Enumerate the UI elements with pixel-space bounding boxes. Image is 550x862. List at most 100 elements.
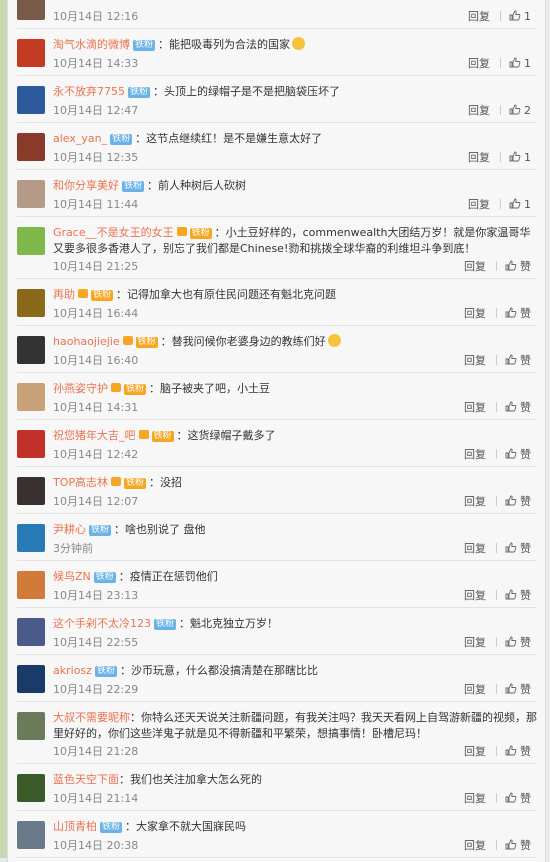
avatar[interactable] <box>17 524 45 552</box>
fan-badge[interactable]: 铁粉 <box>93 572 116 583</box>
avatar[interactable] <box>17 289 45 317</box>
like-button[interactable]: 赞 <box>505 839 531 852</box>
fan-badge[interactable]: 铁粉 <box>154 619 177 630</box>
like-button[interactable]: 赞 <box>505 260 531 273</box>
reply-button[interactable]: 回复 <box>468 102 490 118</box>
like-button[interactable]: 赞 <box>505 636 531 649</box>
comment-item: 祝您猪年大吉_吧 铁粉 ：这货绿帽子戴多了 10月14日 12:42 回复 赞 <box>17 420 537 467</box>
comment-username[interactable]: 山顶青柏 <box>53 820 97 833</box>
like-button[interactable]: 赞 <box>505 401 531 414</box>
fan-badge[interactable]: 铁粉 <box>100 822 123 833</box>
fan-badge[interactable]: 铁粉 <box>110 134 133 145</box>
reply-button[interactable]: 回复 <box>464 258 486 274</box>
avatar[interactable] <box>17 774 45 802</box>
comment-username[interactable]: alex_yan_ <box>53 132 107 145</box>
avatar[interactable] <box>17 571 45 599</box>
comment-actions: 回复 赞 <box>464 837 531 853</box>
fan-badge[interactable]: 铁粉 <box>128 87 151 98</box>
like-count: 1 <box>524 10 531 23</box>
like-count: 赞 <box>520 307 531 320</box>
comment-username[interactable]: 大叔不需要昵称 <box>53 711 130 724</box>
comment-username[interactable]: 和你分享美好 <box>53 179 119 192</box>
reply-button[interactable]: 回复 <box>464 634 486 650</box>
like-button[interactable]: 赞 <box>505 354 531 367</box>
reply-button[interactable]: 回复 <box>464 837 486 853</box>
like-button[interactable]: 赞 <box>505 589 531 602</box>
fan-badge[interactable]: 铁粉 <box>124 384 147 395</box>
avatar[interactable] <box>17 821 45 849</box>
avatar[interactable] <box>17 477 45 505</box>
comment-content: 和你分享美好 铁粉 ：前人种树后人砍树 <box>53 178 537 194</box>
reply-button[interactable]: 回复 <box>464 352 486 368</box>
comment-username[interactable]: akriosz <box>53 664 92 677</box>
comment-username[interactable]: 永不放弃7755 <box>53 85 125 98</box>
like-button[interactable]: 赞 <box>505 792 531 805</box>
avatar[interactable] <box>17 665 45 693</box>
fan-badge[interactable]: 铁粉 <box>124 478 147 489</box>
comment-username[interactable]: 尹耕心 <box>53 523 86 536</box>
comment-time: 10月14日 11:44 <box>53 198 139 211</box>
reply-button[interactable]: 回复 <box>464 587 486 603</box>
avatar[interactable] <box>17 383 45 411</box>
comment-username[interactable]: 蓝色天空下面 <box>53 773 119 786</box>
comment-username[interactable]: 再助 <box>53 288 75 301</box>
like-button[interactable]: 赞 <box>505 683 531 696</box>
reply-button[interactable]: 回复 <box>468 55 490 71</box>
avatar[interactable] <box>17 180 45 208</box>
avatar[interactable] <box>17 39 45 67</box>
like-button[interactable]: 1 <box>509 198 531 211</box>
fan-badge[interactable]: 铁粉 <box>122 181 145 192</box>
avatar[interactable] <box>17 227 45 255</box>
reply-button[interactable]: 回复 <box>464 493 486 509</box>
fan-badge[interactable]: 铁粉 <box>94 666 117 677</box>
avatar[interactable] <box>17 712 45 740</box>
like-button[interactable]: 1 <box>509 10 531 23</box>
fan-badge[interactable]: 铁粉 <box>91 290 114 301</box>
avatar[interactable] <box>17 133 45 161</box>
comment-username[interactable]: 淘气水滴的微博 <box>53 38 130 51</box>
avatar[interactable] <box>17 618 45 646</box>
avatar[interactable] <box>17 430 45 458</box>
vip-crown-icon <box>111 383 121 392</box>
comment-actions: 回复 赞 <box>464 587 531 603</box>
like-button[interactable]: 赞 <box>505 745 531 758</box>
action-divider <box>496 261 497 271</box>
reply-button[interactable]: 回复 <box>468 196 490 212</box>
reply-button[interactable]: 回复 <box>464 399 486 415</box>
like-button[interactable]: 1 <box>509 151 531 164</box>
reply-button[interactable]: 回复 <box>464 540 486 556</box>
comment-actions: 回复 赞 <box>464 305 531 321</box>
like-button[interactable]: 2 <box>509 104 531 117</box>
fan-badge[interactable]: 铁粉 <box>89 525 112 536</box>
avatar[interactable] <box>17 0 45 20</box>
reply-button[interactable]: 回复 <box>464 446 486 462</box>
reply-button[interactable]: 回复 <box>464 743 486 759</box>
fan-badge[interactable]: 铁粉 <box>133 40 156 51</box>
avatar[interactable] <box>17 336 45 364</box>
comment-time: 10月14日 16:44 <box>53 307 139 320</box>
reply-button[interactable]: 回复 <box>464 790 486 806</box>
avatar[interactable] <box>17 86 45 114</box>
fan-badge[interactable]: 铁粉 <box>189 228 212 239</box>
comment-username[interactable]: 孙燕姿守护 <box>53 382 108 395</box>
action-divider <box>496 684 497 694</box>
comment-content: 山顶青柏 铁粉 ：大家拿不就大国寐民吗 <box>53 819 537 835</box>
comment-username[interactable]: 候鸟ZN <box>53 570 91 583</box>
like-button[interactable]: 赞 <box>505 448 531 461</box>
like-button[interactable]: 赞 <box>505 542 531 555</box>
comment-username[interactable]: Grace__不是女王的女王 <box>53 226 174 239</box>
fan-badge[interactable]: 铁粉 <box>135 337 158 348</box>
reply-button[interactable]: 回复 <box>464 305 486 321</box>
fan-badge[interactable]: 铁粉 <box>151 431 174 442</box>
reply-button[interactable]: 回复 <box>468 8 490 24</box>
comment-username[interactable]: 这个手剁不太冷123 <box>53 617 151 630</box>
comment-username[interactable]: TOP高志林 <box>53 476 108 489</box>
like-button[interactable]: 赞 <box>505 495 531 508</box>
comment-username[interactable]: 祝您猪年大吉_吧 <box>53 429 136 442</box>
reply-button[interactable]: 回复 <box>464 681 486 697</box>
like-button[interactable]: 赞 <box>505 307 531 320</box>
comment-list: 10月14日 12:16 回复 1 淘气水滴的微博 铁粉 ：能把吸毒列为合法的国家 10月1… <box>17 0 537 858</box>
comment-username[interactable]: haohaojiejie <box>53 335 120 348</box>
like-button[interactable]: 1 <box>509 57 531 70</box>
reply-button[interactable]: 回复 <box>468 149 490 165</box>
